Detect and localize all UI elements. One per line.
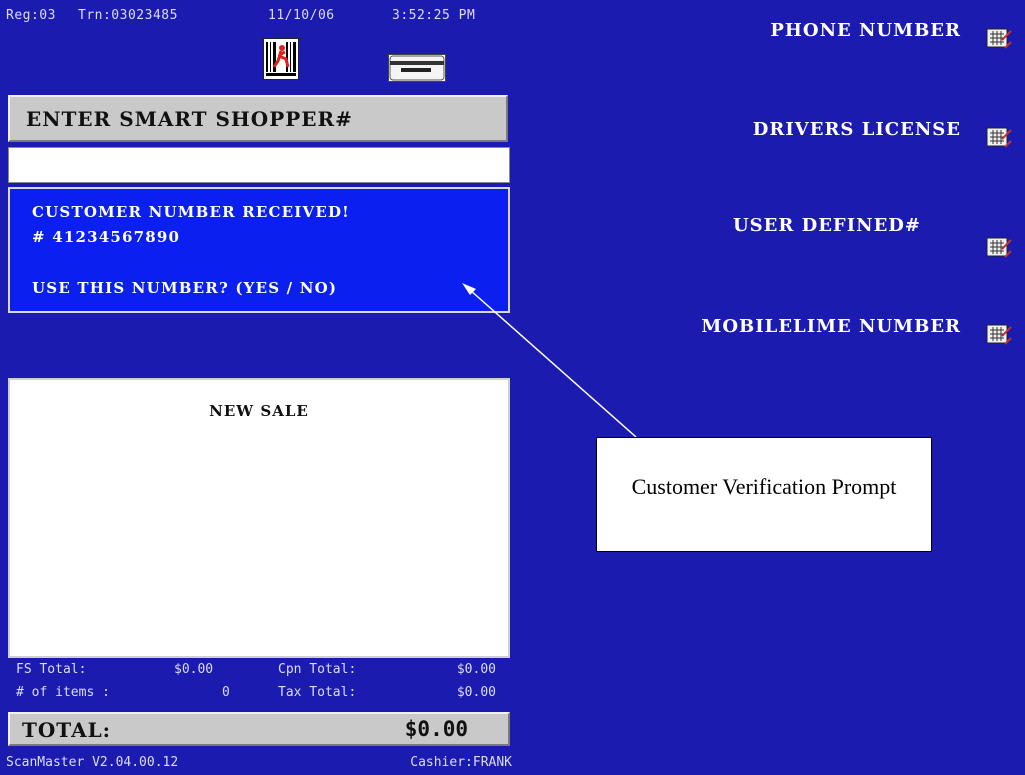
receipt-title: NEW SALE (209, 402, 309, 420)
register-number: Reg:03 (6, 8, 56, 23)
menu-mobilelime-number[interactable]: MOBILELIME NUMBER (643, 316, 1013, 346)
items-count: 0 (222, 685, 230, 700)
totals-row-1: FS Total: $0.00 Cpn Total: $0.00 (16, 662, 496, 680)
transaction-number: Trn:03023485 (78, 8, 178, 23)
message-line-1: CUSTOMER NUMBER RECEIVED! (32, 203, 350, 221)
credit-card-icon[interactable] (388, 54, 446, 82)
fs-total-value: $0.00 (174, 662, 214, 677)
app-version: ScanMaster V2.04.00.12 (6, 755, 179, 770)
callout-text: Customer Verification Prompt (631, 474, 897, 499)
customer-verification-message[interactable]: CUSTOMER NUMBER RECEIVED! # 41234567890 … (8, 187, 510, 313)
annotation-callout: Customer Verification Prompt (596, 437, 932, 552)
tax-total-value: $0.00 (456, 685, 496, 700)
footer-bar: ScanMaster V2.04.00.12 Cashier:FRANK (6, 755, 512, 773)
cashier-name: Cashier:FRANK (410, 755, 512, 770)
items-label: # of items : (16, 685, 110, 700)
barcode-scan-icon[interactable] (263, 38, 299, 80)
menu-drivers-license[interactable]: DRIVERS LICENSE (683, 119, 1013, 149)
keypad-entry-icon (985, 322, 1013, 348)
menu-phone-number[interactable]: PHONE NUMBER (713, 20, 1013, 50)
customer-number: # 41234567890 (32, 228, 181, 246)
totals-row-2: # of items : 0 Tax Total: $0.00 (16, 685, 496, 703)
menu-label-user-defined: USER DEFINED# (732, 215, 921, 236)
keypad-entry-icon (985, 125, 1013, 151)
menu-user-defined[interactable]: USER DEFINED# (683, 215, 1013, 258)
keypad-entry-icon (985, 235, 1013, 261)
prompt-header: ENTER SMART SHOPPER# (8, 95, 508, 142)
grand-total-label: TOTAL: (22, 718, 112, 742)
cpn-total-value: $0.00 (456, 662, 496, 677)
date: 11/10/06 (268, 8, 335, 23)
menu-label-drivers-license: DRIVERS LICENSE (752, 119, 961, 140)
grand-total-bar: TOTAL: $0.00 (8, 712, 510, 746)
prompt-title: ENTER SMART SHOPPER# (26, 107, 353, 131)
confirm-question: USE THIS NUMBER? (YES / NO) (32, 279, 338, 297)
menu-label-mobilelime-number: MOBILELIME NUMBER (701, 316, 961, 337)
tax-total-label: Tax Total: (278, 685, 357, 700)
time: 3:52:25 PM (392, 8, 476, 23)
fs-total-label: FS Total: (16, 662, 87, 677)
menu-label-phone-number: PHONE NUMBER (770, 20, 961, 41)
grand-total-value: $0.00 (404, 717, 468, 741)
cpn-total-label: Cpn Total: (278, 662, 357, 677)
receipt-panel: NEW SALE (8, 378, 510, 658)
smart-shopper-input[interactable] (8, 147, 510, 183)
keypad-entry-icon (985, 26, 1013, 52)
status-bar: Reg:03 Trn:03023485 11/10/06 3:52:25 PM (6, 8, 506, 26)
